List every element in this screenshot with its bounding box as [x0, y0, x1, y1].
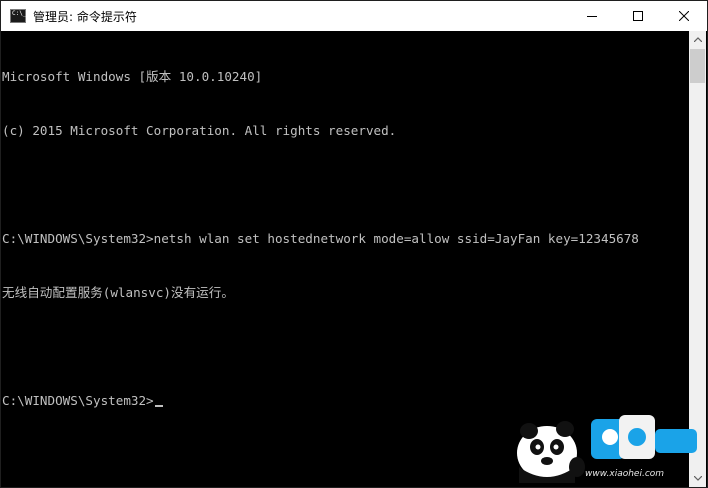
- cmd-icon[interactable]: [10, 9, 26, 23]
- minimize-button[interactable]: [569, 1, 615, 31]
- console-line: (c) 2015 Microsoft Corporation. All righ…: [2, 123, 397, 138]
- window-title: 管理员: 命令提示符: [33, 9, 137, 24]
- caption-buttons: [569, 1, 707, 31]
- text-cursor: [154, 405, 163, 407]
- scroll-up-button[interactable]: [689, 31, 706, 48]
- console-prompt-line[interactable]: C:\WINDOWS\System32>: [2, 392, 690, 410]
- console-line: Microsoft Windows [版本 10.0.10240]: [2, 69, 263, 84]
- close-icon: [679, 11, 689, 21]
- scroll-up-arrow-icon: [693, 37, 702, 42]
- maximize-button[interactable]: [615, 1, 661, 31]
- minimize-icon: [587, 16, 597, 17]
- scroll-thumb[interactable]: [690, 49, 705, 83]
- console-text-area: Microsoft Windows [版本 10.0.10240] (c) 20…: [1, 31, 690, 446]
- console-prompt: C:\WINDOWS\System32>: [2, 393, 154, 408]
- watermark-url: www.xiaohei.com: [585, 469, 665, 479]
- maximize-icon: [633, 11, 643, 21]
- close-button[interactable]: [661, 1, 707, 31]
- watermark-logo: www.xiaohei.com: [507, 409, 703, 483]
- console-line: 无线自动配置服务(wlansvc)没有运行。: [2, 285, 234, 300]
- console-line: C:\WINDOWS\System32>netsh wlan set hoste…: [2, 231, 639, 246]
- title-bar[interactable]: 管理员: 命令提示符: [1, 1, 707, 31]
- cmd-window: 管理员: 命令提示符 Microsoft Windows [版: [0, 0, 708, 488]
